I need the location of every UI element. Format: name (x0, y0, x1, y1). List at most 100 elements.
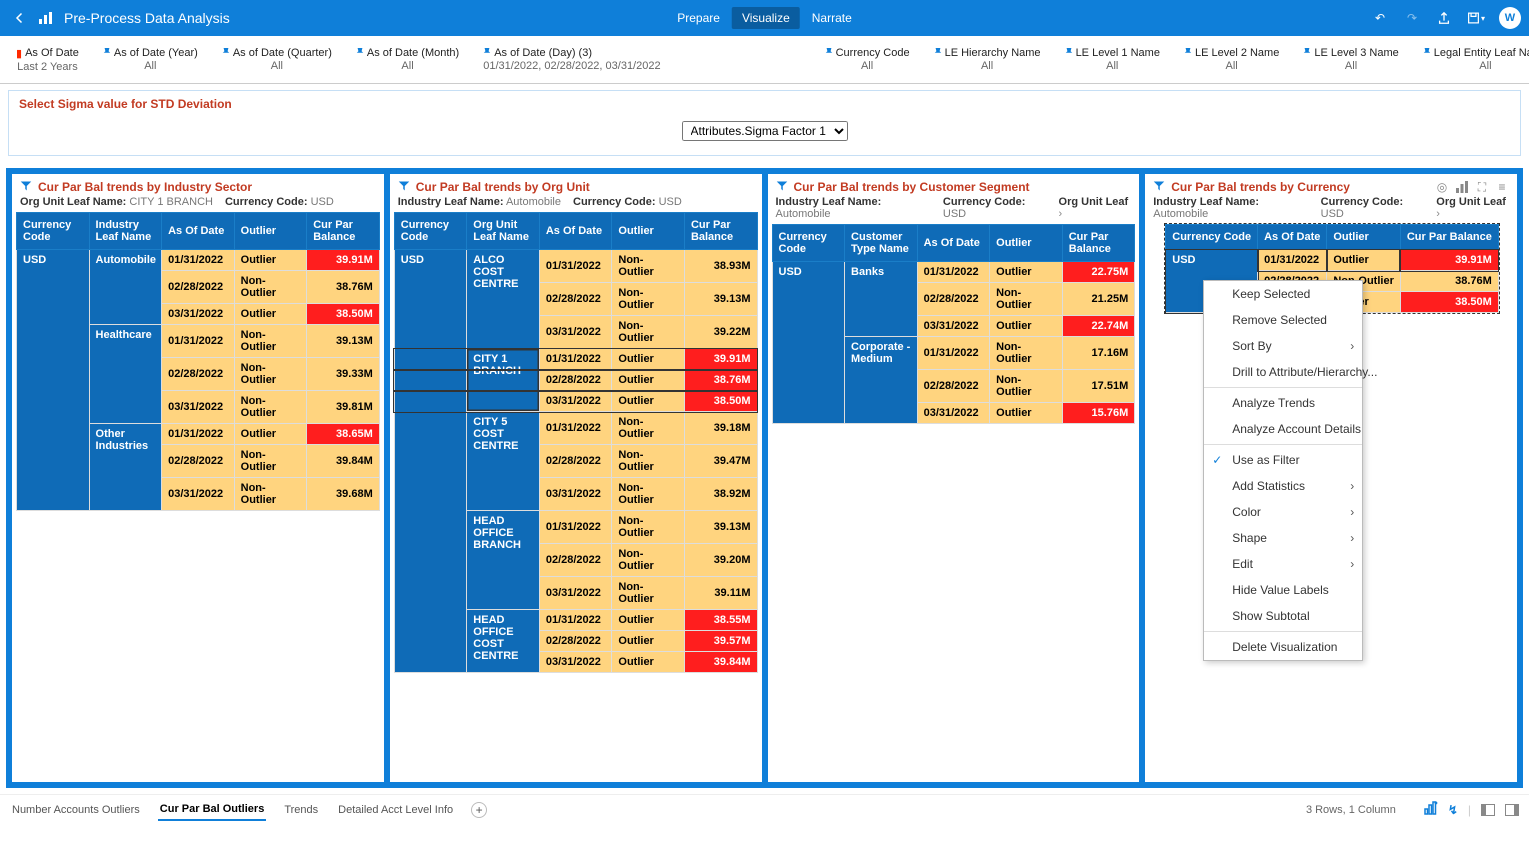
menu-item[interactable]: Hide Value Labels (1204, 577, 1362, 603)
col-header[interactable]: As Of Date (162, 213, 235, 250)
add-tab-button[interactable]: + (471, 802, 487, 818)
filter-item[interactable]: Currency CodeAll (813, 36, 922, 83)
value-cell: 15.76M (1062, 403, 1135, 424)
target-icon[interactable]: ◎ (1435, 180, 1449, 194)
menu-item[interactable]: Color (1204, 499, 1362, 525)
save-dropdown-icon[interactable]: ▾ (1467, 9, 1485, 27)
col-header[interactable]: As Of Date (539, 213, 612, 250)
bars-icon[interactable] (1455, 180, 1469, 194)
table-row[interactable]: USD01/31/2022Outlier39.91M (1166, 250, 1499, 271)
filter-item[interactable]: LE Level 2 NameAll (1172, 36, 1291, 83)
date-cell: 03/31/2022 (162, 391, 235, 424)
filter-item[interactable]: As of Date (Month)All (344, 36, 471, 83)
menu-item[interactable]: Add Statistics (1204, 473, 1362, 499)
col-header[interactable]: As Of Date (1258, 225, 1327, 250)
col-header[interactable]: Outlier (612, 213, 685, 250)
table-customer-segment[interactable]: Currency CodeCustomer Type NameAs Of Dat… (772, 224, 1136, 424)
filter-item[interactable]: LE Level 1 NameAll (1053, 36, 1172, 83)
filter-item[interactable]: As of Date (Quarter)All (210, 36, 344, 83)
auto-insights-icon[interactable] (1424, 801, 1438, 818)
expand-icon[interactable]: ⛶ (1475, 180, 1489, 194)
col-header[interactable]: Cur Par Balance (1400, 225, 1498, 250)
undo-icon[interactable]: ↶ (1371, 9, 1389, 27)
user-avatar[interactable]: W (1499, 7, 1521, 29)
bottom-tab[interactable]: Trends (282, 800, 320, 820)
date-cell: 01/31/2022 (162, 325, 235, 358)
menu-item[interactable]: Remove Selected (1204, 307, 1362, 333)
filter-value: All (103, 60, 198, 72)
tab-narrate[interactable]: Narrate (802, 7, 862, 29)
menu-item[interactable]: Sort By (1204, 333, 1362, 359)
filter-item[interactable]: LE Hierarchy NameAll (922, 36, 1053, 83)
menu-item[interactable]: Edit (1204, 551, 1362, 577)
col-header[interactable]: As Of Date (917, 225, 990, 262)
table-row[interactable]: USDAutomobile01/31/2022Outlier39.91M (17, 250, 380, 271)
value-cell: 38.55M (684, 610, 757, 631)
col-header[interactable]: Currency Code (1166, 225, 1258, 250)
tab-visualize[interactable]: Visualize (732, 7, 800, 29)
filter-item[interactable]: Legal Entity Leaf NameAll (1411, 36, 1529, 83)
layout-left-icon[interactable] (1481, 804, 1495, 816)
menu-icon[interactable]: ≡ (1495, 180, 1509, 194)
outlier-cell: Non-Outlier (612, 511, 685, 544)
menu-item[interactable]: Shape (1204, 525, 1362, 551)
menu-item[interactable]: Analyze Account Details (1204, 416, 1362, 442)
col-header[interactable]: Currency Code (394, 213, 467, 250)
layout-right-icon[interactable] (1505, 804, 1519, 816)
refresh-icon[interactable]: ↯ (1448, 803, 1458, 817)
panel-customer-segment[interactable]: Cur Par Bal trends by Customer Segment I… (768, 174, 1140, 782)
col-header[interactable]: Industry Leaf Name (89, 213, 162, 250)
col-header[interactable]: Cur Par Balance (684, 213, 757, 250)
back-button[interactable] (8, 6, 32, 30)
col-header[interactable]: Outlier (990, 225, 1063, 262)
chevron-right-icon[interactable]: › (1059, 208, 1063, 220)
filter-value: All (1184, 60, 1279, 72)
filter-label: Currency Code (836, 47, 910, 59)
table-row[interactable]: USDALCO COST CENTRE01/31/2022Non-Outlier… (394, 250, 757, 283)
menu-item[interactable]: Delete Visualization (1204, 634, 1362, 660)
pin-icon (1065, 47, 1073, 59)
table-row[interactable]: USDBanks01/31/2022Outlier22.75M (772, 262, 1135, 283)
chevron-right-icon[interactable]: › (1436, 208, 1440, 220)
outlier-cell: Non-Outlier (612, 412, 685, 445)
col-header[interactable]: Cur Par Balance (307, 213, 380, 250)
bottom-tab[interactable]: Cur Par Bal Outliers (158, 799, 267, 821)
group-cell: HEAD OFFICE BRANCH (467, 511, 540, 610)
col-header[interactable]: Outlier (1327, 225, 1401, 250)
sigma-select[interactable]: Attributes.Sigma Factor 1 (682, 121, 848, 141)
bottom-tab[interactable]: Number Accounts Outliers (10, 800, 142, 820)
bottom-tab[interactable]: Detailed Acct Level Info (336, 800, 455, 820)
date-cell: 02/28/2022 (539, 445, 612, 478)
col-header[interactable]: Outlier (234, 213, 307, 250)
filter-item[interactable]: LE Level 3 NameAll (1291, 36, 1410, 83)
value-cell: 39.18M (684, 412, 757, 445)
outlier-cell: Non-Outlier (234, 445, 307, 478)
col-header[interactable]: Currency Code (772, 225, 845, 262)
menu-item[interactable]: Analyze Trends (1204, 390, 1362, 416)
redo-icon[interactable]: ↷ (1403, 9, 1421, 27)
menu-item[interactable]: Use as Filter (1204, 447, 1362, 473)
col-header[interactable]: Org Unit Leaf Name (467, 213, 540, 250)
outlier-cell: Non-Outlier (234, 358, 307, 391)
panel-currency[interactable]: Cur Par Bal trends by Currency ◎ ⛶ ≡ Ind… (1145, 174, 1517, 782)
col-header[interactable]: Cur Par Balance (1062, 225, 1135, 262)
panel-org-unit[interactable]: Cur Par Bal trends by Org Unit Industry … (390, 174, 762, 782)
sigma-label: Select Sigma value for STD Deviation (19, 97, 1510, 111)
col-header[interactable]: Customer Type Name (845, 225, 918, 262)
share-icon[interactable] (1435, 9, 1453, 27)
table-industry[interactable]: Currency CodeIndustry Leaf NameAs Of Dat… (16, 212, 380, 511)
value-cell: 38.93M (684, 250, 757, 283)
col-header[interactable]: Currency Code (17, 213, 90, 250)
table-org-unit[interactable]: Currency CodeOrg Unit Leaf NameAs Of Dat… (394, 212, 758, 673)
menu-item[interactable]: Show Subtotal (1204, 603, 1362, 629)
filter-item[interactable]: ▮As Of DateLast 2 Years (4, 36, 91, 83)
tab-prepare[interactable]: Prepare (667, 7, 730, 29)
filter-bar: ▮As Of DateLast 2 YearsAs of Date (Year)… (0, 36, 1529, 84)
menu-item[interactable]: Keep Selected (1204, 281, 1362, 307)
filter-item[interactable]: As of Date (Day) (3)01/31/2022, 02/28/20… (471, 36, 672, 83)
context-menu: Keep SelectedRemove SelectedSort ByDrill… (1203, 280, 1363, 661)
menu-item[interactable]: Drill to Attribute/Hierarchy... (1204, 359, 1362, 385)
filter-item[interactable]: As of Date (Year)All (91, 36, 210, 83)
date-cell: 01/31/2022 (162, 424, 235, 445)
panel-industry-sector[interactable]: Cur Par Bal trends by Industry Sector Or… (12, 174, 384, 782)
